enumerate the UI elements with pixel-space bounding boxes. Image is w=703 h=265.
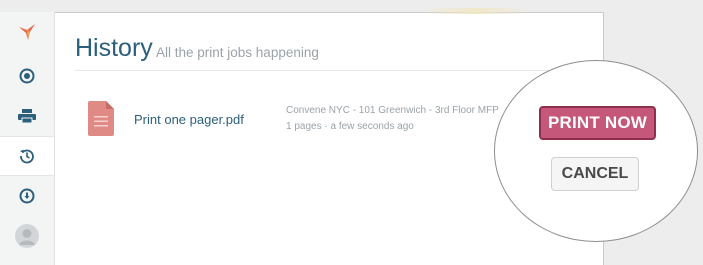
cancel-button[interactable]: CANCEL [551,157,639,191]
sidebar-item-printers[interactable] [0,96,54,136]
page-header: History All the print jobs happening [75,26,585,71]
target-icon [19,68,35,84]
sidebar-item-dashboard[interactable] [0,56,54,96]
decorative-glow [420,8,530,14]
sidebar-item-downloads[interactable] [0,176,54,216]
job-meta: 1 pages · a few seconds ago [286,121,414,132]
avatar-icon [15,224,39,248]
pdf-file-icon [88,101,114,136]
page-subtitle: All the print jobs happening [156,45,319,60]
history-icon [20,149,34,164]
sidebar [0,12,55,265]
logo[interactable] [0,12,54,52]
magnifier-callout [494,60,698,242]
printer-name: Convene NYC - 101 Greenwich - 3rd Floor … [286,105,499,116]
print-now-button[interactable]: PRINT NOW [539,106,656,140]
logo-bird-icon [19,24,35,40]
download-icon [19,188,35,204]
page-title: History [75,34,153,62]
file-name[interactable]: Print one pager.pdf [134,112,244,127]
sidebar-item-history[interactable] [0,136,54,176]
sidebar-item-profile[interactable] [0,216,54,256]
printer-icon [18,109,36,124]
